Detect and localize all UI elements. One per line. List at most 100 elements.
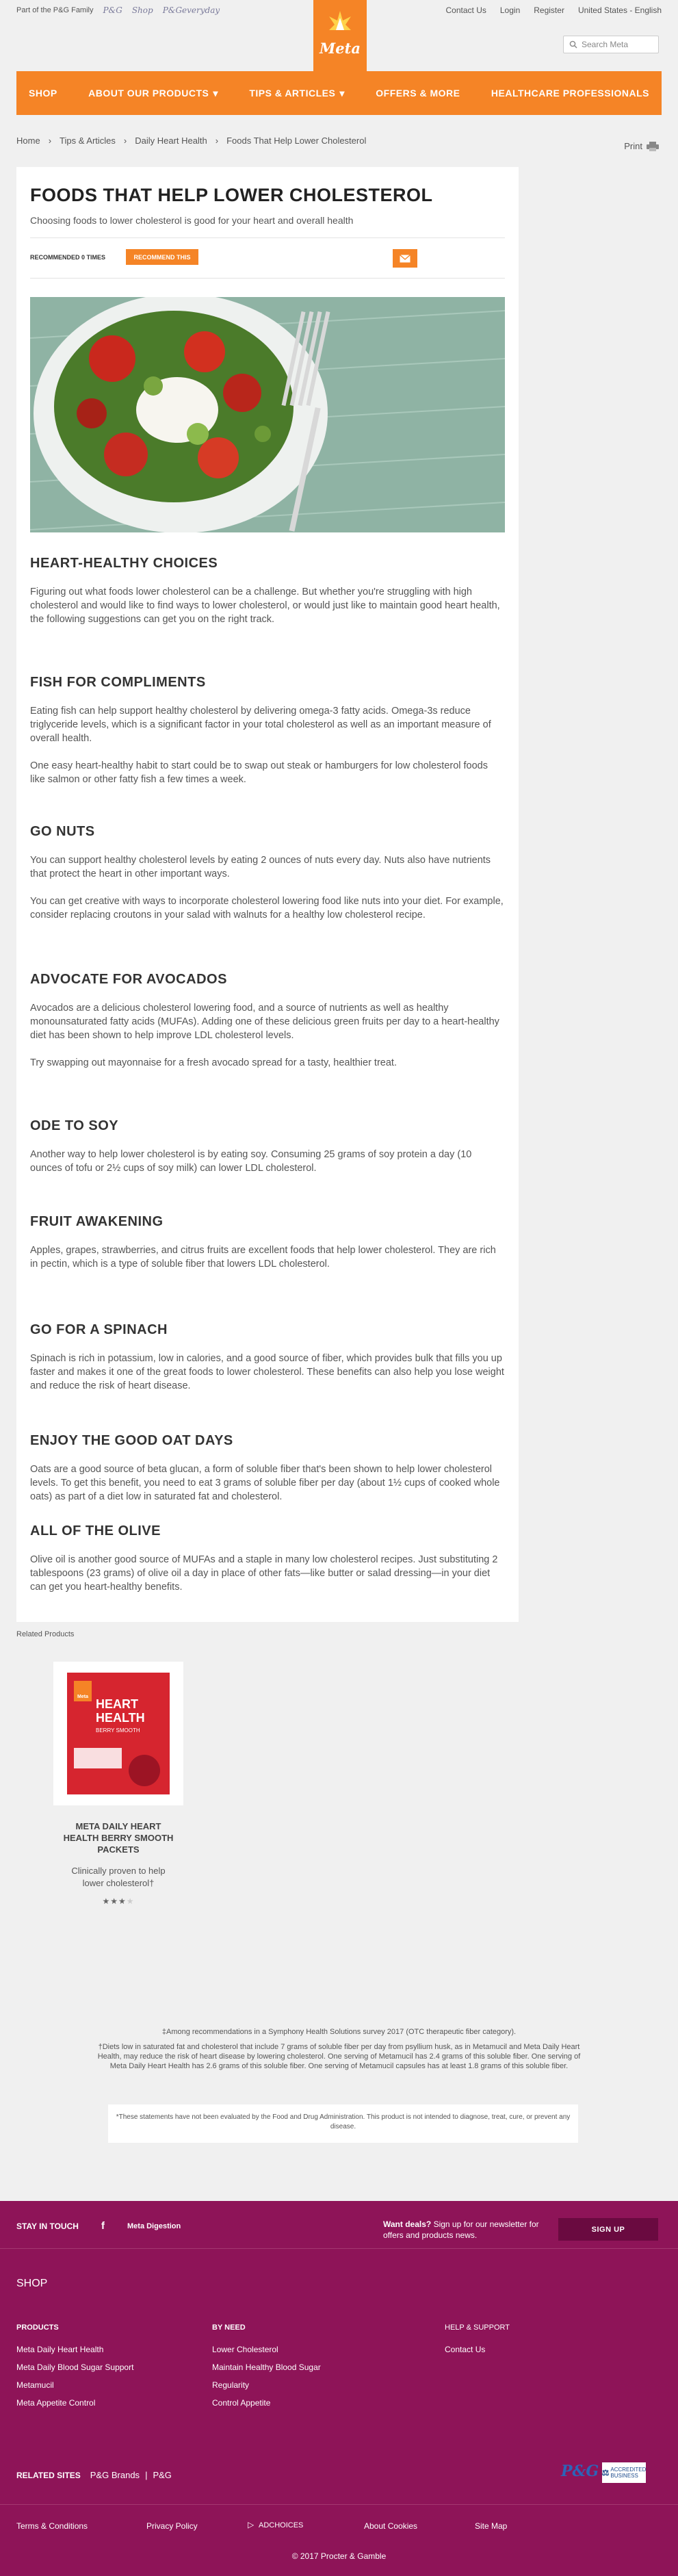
copyright: © 2017 Procter & Gamble — [291, 2551, 387, 2561]
nav-shop[interactable]: SHOP — [29, 88, 57, 99]
fda-disclaimer: *These statements have not been evaluate… — [108, 2104, 578, 2143]
pg-family-link[interactable]: Part of the P&G Family — [16, 6, 93, 14]
section-paragraph: You can support healthy cholesterol leve… — [30, 855, 491, 879]
section-heading: GO NUTS — [30, 824, 95, 839]
print-button[interactable]: Print — [624, 141, 659, 151]
cookies-link[interactable]: About Cookies — [364, 2521, 417, 2531]
section-paragraph: Figuring out what foods lower cholestero… — [30, 587, 500, 625]
search-input[interactable]: Search Meta — [582, 40, 628, 49]
page-subtitle: Choosing foods to lower cholesterol is g… — [30, 215, 354, 226]
pg-logo-link[interactable]: P&G — [103, 5, 122, 15]
product-image[interactable]: Meta HEART HEALTH BERRY SMOOTH — [53, 1662, 183, 1805]
pg-link[interactable]: P&G — [153, 2470, 171, 2480]
bbb-text: ACCREDITED BUSINESS — [610, 2466, 647, 2479]
section-soy: ODE TO SOY Another way to help lower cho… — [30, 1118, 505, 1189]
stay-in-touch-label: STAY IN TOUCH — [16, 2221, 79, 2231]
nav-about-products[interactable]: ABOUT OUR PRODUCTS ▾ — [88, 88, 218, 99]
sitemap-link[interactable]: Site Map — [475, 2521, 507, 2531]
contact-us-link[interactable]: Contact Us — [446, 5, 486, 15]
footer-link[interactable]: Metamucil — [16, 2376, 133, 2394]
deals-text: Sign up for our newsletter for — [431, 2219, 539, 2229]
product-rating: ★★★★ — [53, 1896, 183, 1906]
section-paragraph: Another way to help lower cholesterol is… — [30, 1149, 472, 1174]
meta-digestion-link[interactable]: Meta Digestion — [127, 2222, 181, 2230]
footer-link[interactable]: Lower Cholesterol — [212, 2341, 321, 2358]
adchoices-link[interactable]: ADCHOICES — [259, 2521, 303, 2529]
pg-everyday-link[interactable]: P&Geveryday — [163, 5, 220, 15]
search-box[interactable]: Search Meta — [563, 36, 659, 53]
package-title-2: HEALTH — [96, 1711, 145, 1725]
section-avocados: ADVOCATE FOR AVOCADOS Avocados are a del… — [30, 972, 505, 1083]
register-link[interactable]: Register — [534, 5, 564, 15]
footer-col-by-need: BY NEED Lower Cholesterol Maintain Healt… — [212, 2319, 321, 2412]
chevron-right-icon: › — [215, 136, 219, 146]
recommend-button[interactable]: RECOMMEND THIS — [126, 249, 198, 265]
section-heading: FRUIT AWAKENING — [30, 1214, 164, 1229]
recommend-bar: RECOMMENDED 0 TIMES RECOMMEND THIS — [30, 237, 505, 279]
pg-brands-link[interactable]: P&G Brands — [90, 2470, 140, 2480]
section-paragraph: One easy heart-healthy habit to start co… — [30, 760, 488, 785]
product-card[interactable]: Meta HEART HEALTH BERRY SMOOTH META DAIL… — [53, 1662, 183, 1906]
section-oats: ENJOY THE GOOD OAT DAYS Oats are a good … — [30, 1433, 505, 1517]
section-paragraph: Avocados are a delicious cholesterol low… — [30, 1003, 499, 1041]
mail-icon — [400, 254, 410, 262]
section-paragraph: Try swapping out mayonnaise for a fresh … — [30, 1057, 397, 1068]
package-logo: Meta — [74, 1681, 92, 1701]
legal-links: Terms & Conditions Privacy Policy ▷ ADCH… — [0, 2504, 678, 2545]
section-heading: ADVOCATE FOR AVOCADOS — [30, 972, 227, 987]
login-link[interactable]: Login — [500, 5, 520, 15]
breadcrumb-tips[interactable]: Tips & Articles — [60, 136, 116, 146]
adchoices-icon: ▷ — [248, 2520, 255, 2529]
facebook-icon[interactable]: f — [101, 2220, 105, 2232]
footer-link[interactable]: Meta Daily Heart Health — [16, 2341, 133, 2358]
nav-label: SHOP — [29, 88, 57, 99]
chevron-right-icon: › — [48, 136, 52, 146]
section-heading: GO FOR A SPINACH — [30, 1322, 168, 1337]
berry-graphic — [129, 1755, 160, 1786]
section-paragraph: Eating fish can help support healthy cho… — [30, 706, 491, 744]
breadcrumb-current: Foods That Help Lower Cholesterol — [226, 136, 367, 146]
package-flavor: BERRY SMOOTH — [96, 1727, 140, 1734]
nav-tips-articles[interactable]: TIPS & ARTICLES ▾ — [249, 88, 345, 99]
footer-link[interactable]: Contact Us — [445, 2341, 510, 2358]
privacy-link[interactable]: Privacy Policy — [146, 2521, 198, 2531]
breadcrumb-heart[interactable]: Daily Heart Health — [135, 136, 207, 146]
related-products-title: Related Products — [16, 1630, 75, 1638]
bbb-accredited-badge[interactable]: ⚖ ACCREDITED BUSINESS — [602, 2462, 646, 2483]
breadcrumb: Home › Tips & Articles › Daily Heart Healt… — [16, 136, 366, 146]
terms-link[interactable]: Terms & Conditions — [16, 2521, 88, 2531]
section-fruit: FRUIT AWAKENING Apples, grapes, strawber… — [30, 1214, 505, 1285]
section-paragraph: You can get creative with ways to incorp… — [30, 896, 504, 920]
chevron-right-icon: › — [123, 136, 127, 146]
product-name[interactable]: META DAILY HEART HEALTH BERRY SMOOTH PAC… — [53, 1820, 183, 1855]
section-heart-healthy: HEART-HEALTHY CHOICES Figuring out what … — [30, 556, 505, 640]
family-links: Part of the P&G Family P&G Shop P&Gevery… — [16, 5, 220, 15]
footer-link[interactable]: Meta Appetite Control — [16, 2394, 133, 2412]
nav-offers[interactable]: OFFERS & MORE — [376, 88, 460, 99]
product-package: Meta HEART HEALTH BERRY SMOOTH — [67, 1673, 170, 1794]
section-paragraph: Apples, grapes, strawberries, and citrus… — [30, 1245, 496, 1270]
section-paragraph: Spinach is rich in potassium, low in cal… — [30, 1353, 504, 1391]
footer-link[interactable]: Meta Daily Blood Sugar Support — [16, 2358, 133, 2376]
email-share-button[interactable] — [393, 249, 417, 268]
pg-shop-link[interactable]: Shop — [132, 5, 153, 15]
recommend-count: RECOMMENDED 0 TIMES — [30, 254, 106, 261]
nav-label: HEALTHCARE PROFESSIONALS — [491, 88, 649, 99]
locale-selector[interactable]: United States - English — [578, 5, 662, 15]
footer-link[interactable]: Maintain Healthy Blood Sugar — [212, 2358, 321, 2376]
related-sites-label: RELATED SITES — [16, 2470, 81, 2480]
nav-label: ABOUT OUR PRODUCTS — [88, 88, 209, 99]
footer-link[interactable]: Control Appetite — [212, 2394, 321, 2412]
meta-logo[interactable]: Meta — [313, 0, 367, 81]
section-spinach: GO FOR A SPINACH Spinach is rich in pota… — [30, 1322, 505, 1406]
sign-up-button[interactable]: SIGN UP — [558, 2218, 658, 2241]
package-stripe — [74, 1748, 122, 1768]
footer-link[interactable]: Regularity — [212, 2376, 321, 2394]
section-fish: FISH FOR COMPLIMENTS Eating fish can hel… — [30, 675, 505, 800]
printer-icon — [647, 141, 659, 151]
newsletter-text: Want deals? Sign up for our newsletter f… — [383, 2219, 539, 2241]
section-heading: ODE TO SOY — [30, 1118, 119, 1133]
deals-text-2: offers and products news. — [383, 2230, 478, 2240]
nav-healthcare[interactable]: HEALTHCARE PROFESSIONALS — [491, 88, 649, 99]
breadcrumb-home[interactable]: Home — [16, 136, 40, 146]
